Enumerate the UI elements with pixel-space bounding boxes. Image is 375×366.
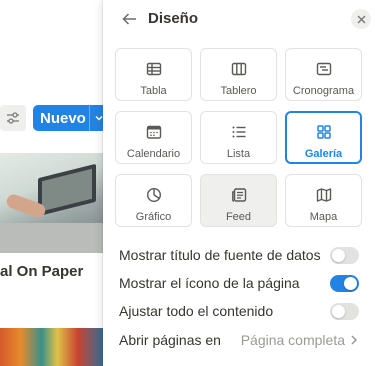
new-button-label: Nuevo (40, 109, 86, 127)
layout-option-gallery[interactable]: Galería (285, 111, 362, 164)
setting-show-page-icon[interactable]: Mostrar el ícono de la página (119, 272, 359, 294)
layout-option-timeline[interactable]: Cronograma (285, 48, 362, 101)
layout-option-feed[interactable]: Feed (200, 174, 277, 227)
timeline-icon (316, 62, 331, 76)
close-icon (357, 15, 365, 23)
layout-option-list[interactable]: Lista (200, 111, 277, 164)
layout-option-chart[interactable]: Gráfico (115, 174, 192, 227)
back-button[interactable] (119, 9, 139, 29)
chevron-right-icon (351, 335, 358, 345)
map-icon (316, 188, 331, 202)
layout-option-label: Tabla (140, 85, 167, 97)
card-title[interactable]: al On Paper (0, 263, 83, 280)
open-pages-select[interactable]: Página completa (241, 332, 359, 348)
panel-header: Diseño (103, 0, 375, 38)
setting-label: Ajustar todo el contenido (119, 303, 274, 319)
layout-option-label: Mapa (309, 211, 338, 223)
list-icon (232, 126, 245, 138)
setting-wrap-all-content[interactable]: Ajustar todo el contenido (119, 300, 359, 322)
panel-title: Diseño (148, 10, 199, 27)
new-button[interactable]: Nuevo (33, 105, 107, 131)
layout-option-calendar[interactable]: Calendario (115, 111, 192, 164)
layout-option-label: Feed (225, 211, 252, 223)
toggle-switch[interactable] (330, 274, 359, 292)
toggle-switch[interactable] (330, 302, 359, 320)
toggle-switch[interactable] (330, 246, 359, 264)
gallery-icon (316, 125, 331, 139)
table-icon (146, 62, 161, 76)
board-icon (231, 62, 246, 76)
layout-panel: Diseño Tabla Tablero Cronograma Calendar… (103, 0, 375, 366)
sliders-icon (7, 112, 19, 124)
card-cover-image[interactable] (0, 328, 104, 366)
filter-settings-button[interactable] (0, 105, 26, 131)
card-cover-image[interactable] (0, 153, 104, 253)
layout-option-label: Galería (304, 148, 343, 160)
setting-label: Mostrar título de fuente de datos (119, 247, 321, 263)
calendar-icon (146, 125, 161, 139)
setting-open-pages-in[interactable]: Abrir páginas en Página completa (119, 329, 359, 351)
layout-option-map[interactable]: Mapa (285, 174, 362, 227)
layout-option-label: Calendario (126, 148, 181, 160)
setting-label: Mostrar el ícono de la página (119, 275, 300, 291)
feed-icon (231, 188, 246, 202)
arrow-left-icon (121, 13, 136, 25)
setting-label: Abrir páginas en (119, 332, 221, 348)
layout-option-label: Cronograma (292, 85, 355, 97)
setting-show-data-source-title[interactable]: Mostrar título de fuente de datos (119, 244, 359, 266)
layout-option-label: Lista (226, 148, 251, 160)
layout-option-board[interactable]: Tablero (200, 48, 277, 101)
layout-option-table[interactable]: Tabla (115, 48, 192, 101)
layout-option-label: Tablero (220, 85, 257, 97)
select-value: Página completa (240, 332, 345, 348)
chart-icon (146, 187, 161, 203)
close-button[interactable] (351, 9, 371, 29)
layout-option-label: Gráfico (135, 211, 172, 223)
